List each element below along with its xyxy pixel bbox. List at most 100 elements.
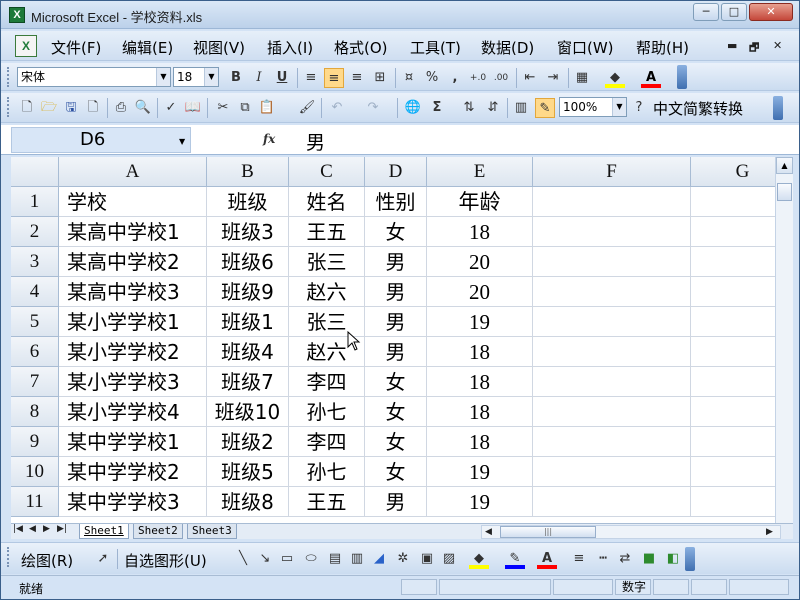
format-painter-icon[interactable]: 🖌 — [297, 98, 317, 118]
cell-g2[interactable] — [691, 217, 775, 247]
cell-c11[interactable]: 王五 — [289, 487, 365, 517]
sort-ascending-icon[interactable]: ⇅ — [459, 98, 479, 118]
align-right-icon[interactable]: ≡ — [347, 68, 367, 88]
prev-sheet-icon[interactable]: ◀ — [29, 524, 36, 534]
clip-art-icon[interactable]: ▣ — [417, 549, 437, 569]
row-header-4[interactable]: 4 — [11, 277, 59, 307]
copy-icon[interactable]: ⧉ — [235, 98, 255, 118]
cell-f7[interactable] — [533, 367, 691, 397]
cell-e8[interactable]: 18 — [427, 397, 533, 427]
cell-g1[interactable] — [691, 187, 775, 217]
arrow-style-icon[interactable]: ⇄ — [615, 549, 635, 569]
cell-c8[interactable]: 孙七 — [289, 397, 365, 427]
help-icon[interactable]: ? — [629, 98, 649, 118]
cell-g5[interactable] — [691, 307, 775, 337]
cell-d9[interactable]: 女 — [365, 427, 427, 457]
menu-help[interactable]: 帮助(H) — [636, 37, 689, 58]
increase-indent-icon[interactable]: ⇥ — [543, 68, 563, 88]
autosum-button[interactable]: Σ — [427, 98, 447, 118]
comma-button[interactable]: , — [445, 68, 465, 88]
cell-d4[interactable]: 男 — [365, 277, 427, 307]
rectangle-icon[interactable]: ▭ — [277, 549, 297, 569]
vertical-scroll-thumb[interactable] — [777, 183, 792, 201]
new-file-icon[interactable]: 🗋 — [17, 98, 37, 118]
cell-g11[interactable] — [691, 487, 775, 517]
name-box[interactable]: D6 — [11, 127, 191, 153]
horizontal-scrollbar[interactable]: ◀ ||| ▶ — [481, 525, 781, 539]
cell-a5[interactable]: 某小学学校1 — [59, 307, 207, 337]
cell-g6[interactable] — [691, 337, 775, 367]
draw-menu-button[interactable]: 绘图(R) — [21, 550, 73, 571]
cell-f9[interactable] — [533, 427, 691, 457]
oval-icon[interactable]: ⬭ — [301, 549, 321, 569]
column-header-g[interactable]: G — [691, 157, 775, 187]
menu-window[interactable]: 窗口(W) — [557, 37, 614, 58]
sheet-tab-3[interactable]: Sheet3 — [187, 524, 237, 539]
insert-function-button[interactable]: fx — [263, 132, 275, 146]
cell-d1[interactable]: 性别 — [365, 187, 427, 217]
cell-a9[interactable]: 某中学学校1 — [59, 427, 207, 457]
column-header-c[interactable]: C — [289, 157, 365, 187]
row-header-10[interactable]: 10 — [11, 457, 59, 487]
cell-c3[interactable]: 张三 — [289, 247, 365, 277]
drawing-icon[interactable]: ✎ — [535, 98, 555, 118]
cell-a1[interactable]: 学校 — [59, 187, 207, 217]
cell-c7[interactable]: 李四 — [289, 367, 365, 397]
row-header-5[interactable]: 5 — [11, 307, 59, 337]
cell-f10[interactable] — [533, 457, 691, 487]
cell-d5[interactable]: 男 — [365, 307, 427, 337]
toolbar-options-icon[interactable] — [773, 96, 783, 120]
diagram-icon[interactable]: ✲ — [393, 549, 413, 569]
doc-minimize-button[interactable]: ▬ — [727, 39, 737, 52]
cell-c1[interactable]: 姓名 — [289, 187, 365, 217]
column-header-f[interactable]: F — [533, 157, 691, 187]
cell-c2[interactable]: 王五 — [289, 217, 365, 247]
undo-icon[interactable]: ↶ — [327, 98, 347, 118]
cell-c9[interactable]: 李四 — [289, 427, 365, 457]
cell-b8[interactable]: 班级10 — [207, 397, 289, 427]
cell-e1[interactable]: 年龄 — [427, 187, 533, 217]
print-preview-icon[interactable]: 🔍 — [133, 98, 153, 118]
line-icon[interactable]: ╲ — [233, 549, 253, 569]
font-color-icon[interactable]: A — [537, 549, 557, 569]
next-sheet-icon[interactable]: ▶ — [43, 524, 50, 534]
row-header-2[interactable]: 2 — [11, 217, 59, 247]
cell-d8[interactable]: 女 — [365, 397, 427, 427]
chevron-down-icon[interactable]: ▼ — [204, 68, 218, 86]
maximize-button[interactable]: □ — [721, 3, 747, 21]
menu-file[interactable]: 文件(F) — [51, 37, 101, 58]
italic-button[interactable]: I — [249, 68, 269, 88]
percent-button[interactable]: % — [422, 68, 442, 88]
vertical-scrollbar[interactable]: ▲ — [775, 157, 793, 523]
minimize-button[interactable]: ─ — [693, 3, 719, 21]
cell-d7[interactable]: 女 — [365, 367, 427, 397]
fill-color-icon[interactable]: ◆ — [605, 68, 625, 88]
chinese-convert-button[interactable]: 中文简繁转换 — [653, 98, 743, 119]
cell-a4[interactable]: 某高中学校3 — [59, 277, 207, 307]
align-center-icon[interactable]: ≡ — [324, 68, 344, 88]
select-all-button[interactable] — [11, 157, 59, 187]
row-header-7[interactable]: 7 — [11, 367, 59, 397]
cell-d2[interactable]: 女 — [365, 217, 427, 247]
cell-g7[interactable] — [691, 367, 775, 397]
decrease-indent-icon[interactable]: ⇤ — [520, 68, 540, 88]
menu-insert[interactable]: 插入(I) — [267, 37, 313, 58]
vertical-text-box-icon[interactable]: ▥ — [347, 549, 367, 569]
fill-color-icon[interactable]: ◆ — [469, 549, 489, 569]
cell-b10[interactable]: 班级5 — [207, 457, 289, 487]
align-left-icon[interactable]: ≡ — [301, 68, 321, 88]
permission-icon[interactable]: 🗋 — [83, 98, 103, 118]
font-name-select[interactable]: 宋体 ▼ — [17, 67, 171, 87]
close-button[interactable]: ✕ — [749, 3, 793, 21]
cell-f6[interactable] — [533, 337, 691, 367]
toolbar-options-icon[interactable] — [677, 65, 687, 89]
chart-wizard-icon[interactable]: ▥ — [511, 98, 531, 118]
toolbar-options-icon[interactable] — [685, 547, 695, 571]
cell-e3[interactable]: 20 — [427, 247, 533, 277]
doc-close-button[interactable]: ✕ — [773, 39, 782, 52]
cell-e6[interactable]: 18 — [427, 337, 533, 367]
cell-b6[interactable]: 班级4 — [207, 337, 289, 367]
cell-b4[interactable]: 班级9 — [207, 277, 289, 307]
first-sheet-icon[interactable]: |◀ — [13, 524, 23, 534]
redo-icon[interactable]: ↷ — [363, 98, 383, 118]
